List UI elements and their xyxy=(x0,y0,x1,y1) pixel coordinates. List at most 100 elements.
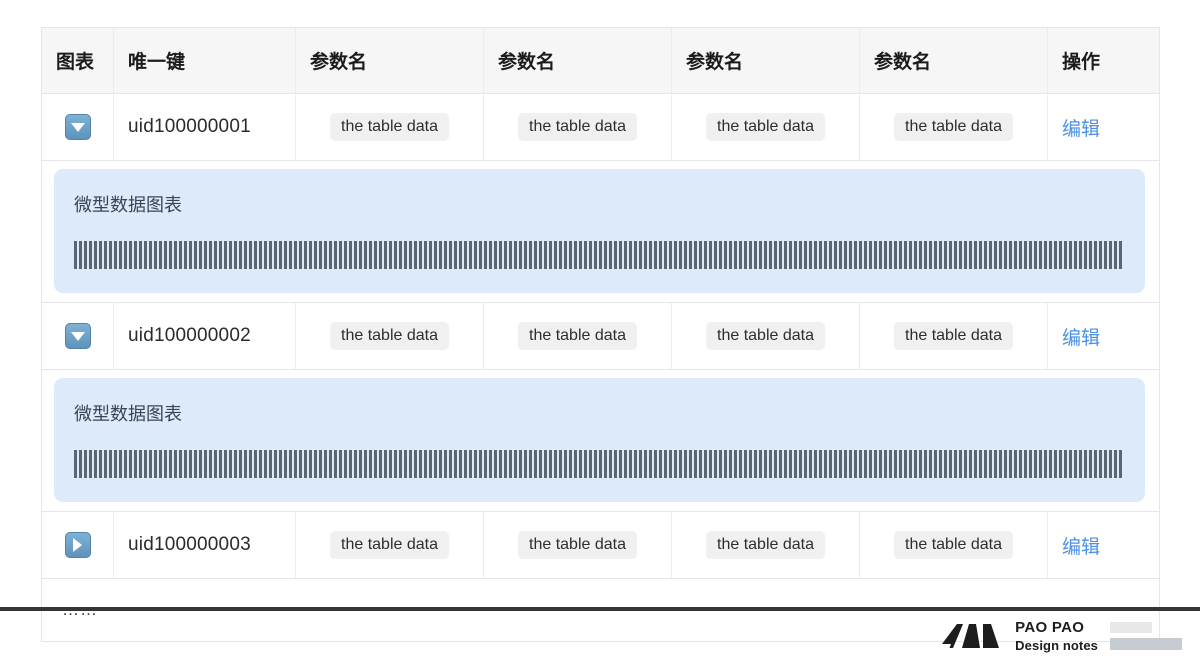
mini-bar xyxy=(709,450,712,478)
mini-bar xyxy=(509,450,512,478)
mini-bar xyxy=(1084,241,1087,269)
mini-bar xyxy=(104,241,107,269)
mini-bar xyxy=(1044,241,1047,269)
mini-bar xyxy=(119,450,122,478)
mini-bar xyxy=(274,241,277,269)
mini-bar xyxy=(529,450,532,478)
mini-bar-chart xyxy=(74,237,1125,269)
mini-bar xyxy=(624,241,627,269)
mini-bar xyxy=(854,241,857,269)
mini-bar xyxy=(834,241,837,269)
mini-bar xyxy=(239,450,242,478)
mini-bar xyxy=(879,450,882,478)
mini-bar xyxy=(664,241,667,269)
mini-bar xyxy=(349,241,352,269)
mini-bar xyxy=(964,241,967,269)
mini-bar xyxy=(844,450,847,478)
mini-bar xyxy=(929,450,932,478)
mini-bar xyxy=(279,241,282,269)
mini-bar xyxy=(189,450,192,478)
mini-bar xyxy=(249,450,252,478)
mini-bar xyxy=(514,450,517,478)
mini-bar xyxy=(384,241,387,269)
mini-bar xyxy=(449,241,452,269)
mini-bar xyxy=(224,241,227,269)
mini-bar xyxy=(1029,241,1032,269)
mini-bar xyxy=(654,241,657,269)
mini-bar xyxy=(699,241,702,269)
row-param-cell-3: the table data xyxy=(672,303,860,369)
mini-bar xyxy=(199,450,202,478)
mini-bar xyxy=(1099,450,1102,478)
edit-link[interactable]: 编辑 xyxy=(1062,532,1100,559)
mini-bar xyxy=(639,450,642,478)
mini-bar xyxy=(569,241,572,269)
mini-bar xyxy=(644,450,647,478)
mini-bar xyxy=(114,450,117,478)
mini-bar xyxy=(359,450,362,478)
mini-bar xyxy=(779,241,782,269)
mini-bar xyxy=(444,450,447,478)
mini-bar xyxy=(869,241,872,269)
mini-bar xyxy=(954,241,957,269)
mini-bar xyxy=(699,450,702,478)
mini-bar xyxy=(714,450,717,478)
mini-bar xyxy=(174,241,177,269)
edit-link[interactable]: 编辑 xyxy=(1062,114,1100,141)
mini-bar xyxy=(849,450,852,478)
mini-bar xyxy=(169,241,172,269)
mini-bar xyxy=(1044,450,1047,478)
mini-bar xyxy=(459,450,462,478)
data-pill: the table data xyxy=(330,531,449,559)
mini-bar xyxy=(464,241,467,269)
data-pill: the table data xyxy=(518,113,637,141)
row-param-cell-4: the table data xyxy=(860,303,1048,369)
mini-bar xyxy=(1109,450,1112,478)
mini-bar xyxy=(179,241,182,269)
mini-bar xyxy=(134,241,137,269)
mini-bar xyxy=(184,241,187,269)
triangle-right-icon[interactable] xyxy=(64,532,91,558)
mini-bar xyxy=(509,241,512,269)
mini-chart-panel: 微型数据图表 xyxy=(54,169,1145,293)
column-header-label: 操作 xyxy=(1062,52,1101,73)
data-pill: the table data xyxy=(706,113,825,141)
mini-bar xyxy=(314,241,317,269)
column-header-label: 唯一键 xyxy=(128,52,186,73)
mini-bar xyxy=(774,450,777,478)
row-toggle-cell xyxy=(42,303,114,369)
mini-bar xyxy=(964,450,967,478)
mini-bar xyxy=(924,241,927,269)
mini-bar xyxy=(1089,450,1092,478)
mini-bar xyxy=(1004,241,1007,269)
mini-bar xyxy=(544,450,547,478)
row-uid-cell: uid100000003 xyxy=(114,512,296,578)
mini-bar xyxy=(719,241,722,269)
mini-bar xyxy=(609,450,612,478)
mini-bar xyxy=(339,241,342,269)
mini-bar xyxy=(254,241,257,269)
row-operation-cell: 编辑 xyxy=(1048,512,1153,578)
mini-bar xyxy=(799,241,802,269)
mini-bar xyxy=(329,450,332,478)
mini-bar xyxy=(644,241,647,269)
mini-bar xyxy=(1114,241,1117,269)
mini-bar xyxy=(734,241,737,269)
mini-bar xyxy=(1099,241,1102,269)
triangle-down-icon[interactable] xyxy=(64,323,91,349)
mini-bar xyxy=(884,241,887,269)
triangle-down-icon[interactable] xyxy=(64,114,91,140)
mini-bar xyxy=(649,241,652,269)
mini-bar xyxy=(264,241,267,269)
mini-bar xyxy=(289,450,292,478)
mini-bar xyxy=(524,450,527,478)
mini-bar xyxy=(294,241,297,269)
mini-bar xyxy=(184,450,187,478)
mini-bar xyxy=(1079,241,1082,269)
mini-bar xyxy=(549,241,552,269)
mini-bar xyxy=(889,241,892,269)
mini-bar xyxy=(839,450,842,478)
data-pill: the table data xyxy=(518,531,637,559)
edit-link[interactable]: 编辑 xyxy=(1062,323,1100,350)
mini-bar xyxy=(229,450,232,478)
